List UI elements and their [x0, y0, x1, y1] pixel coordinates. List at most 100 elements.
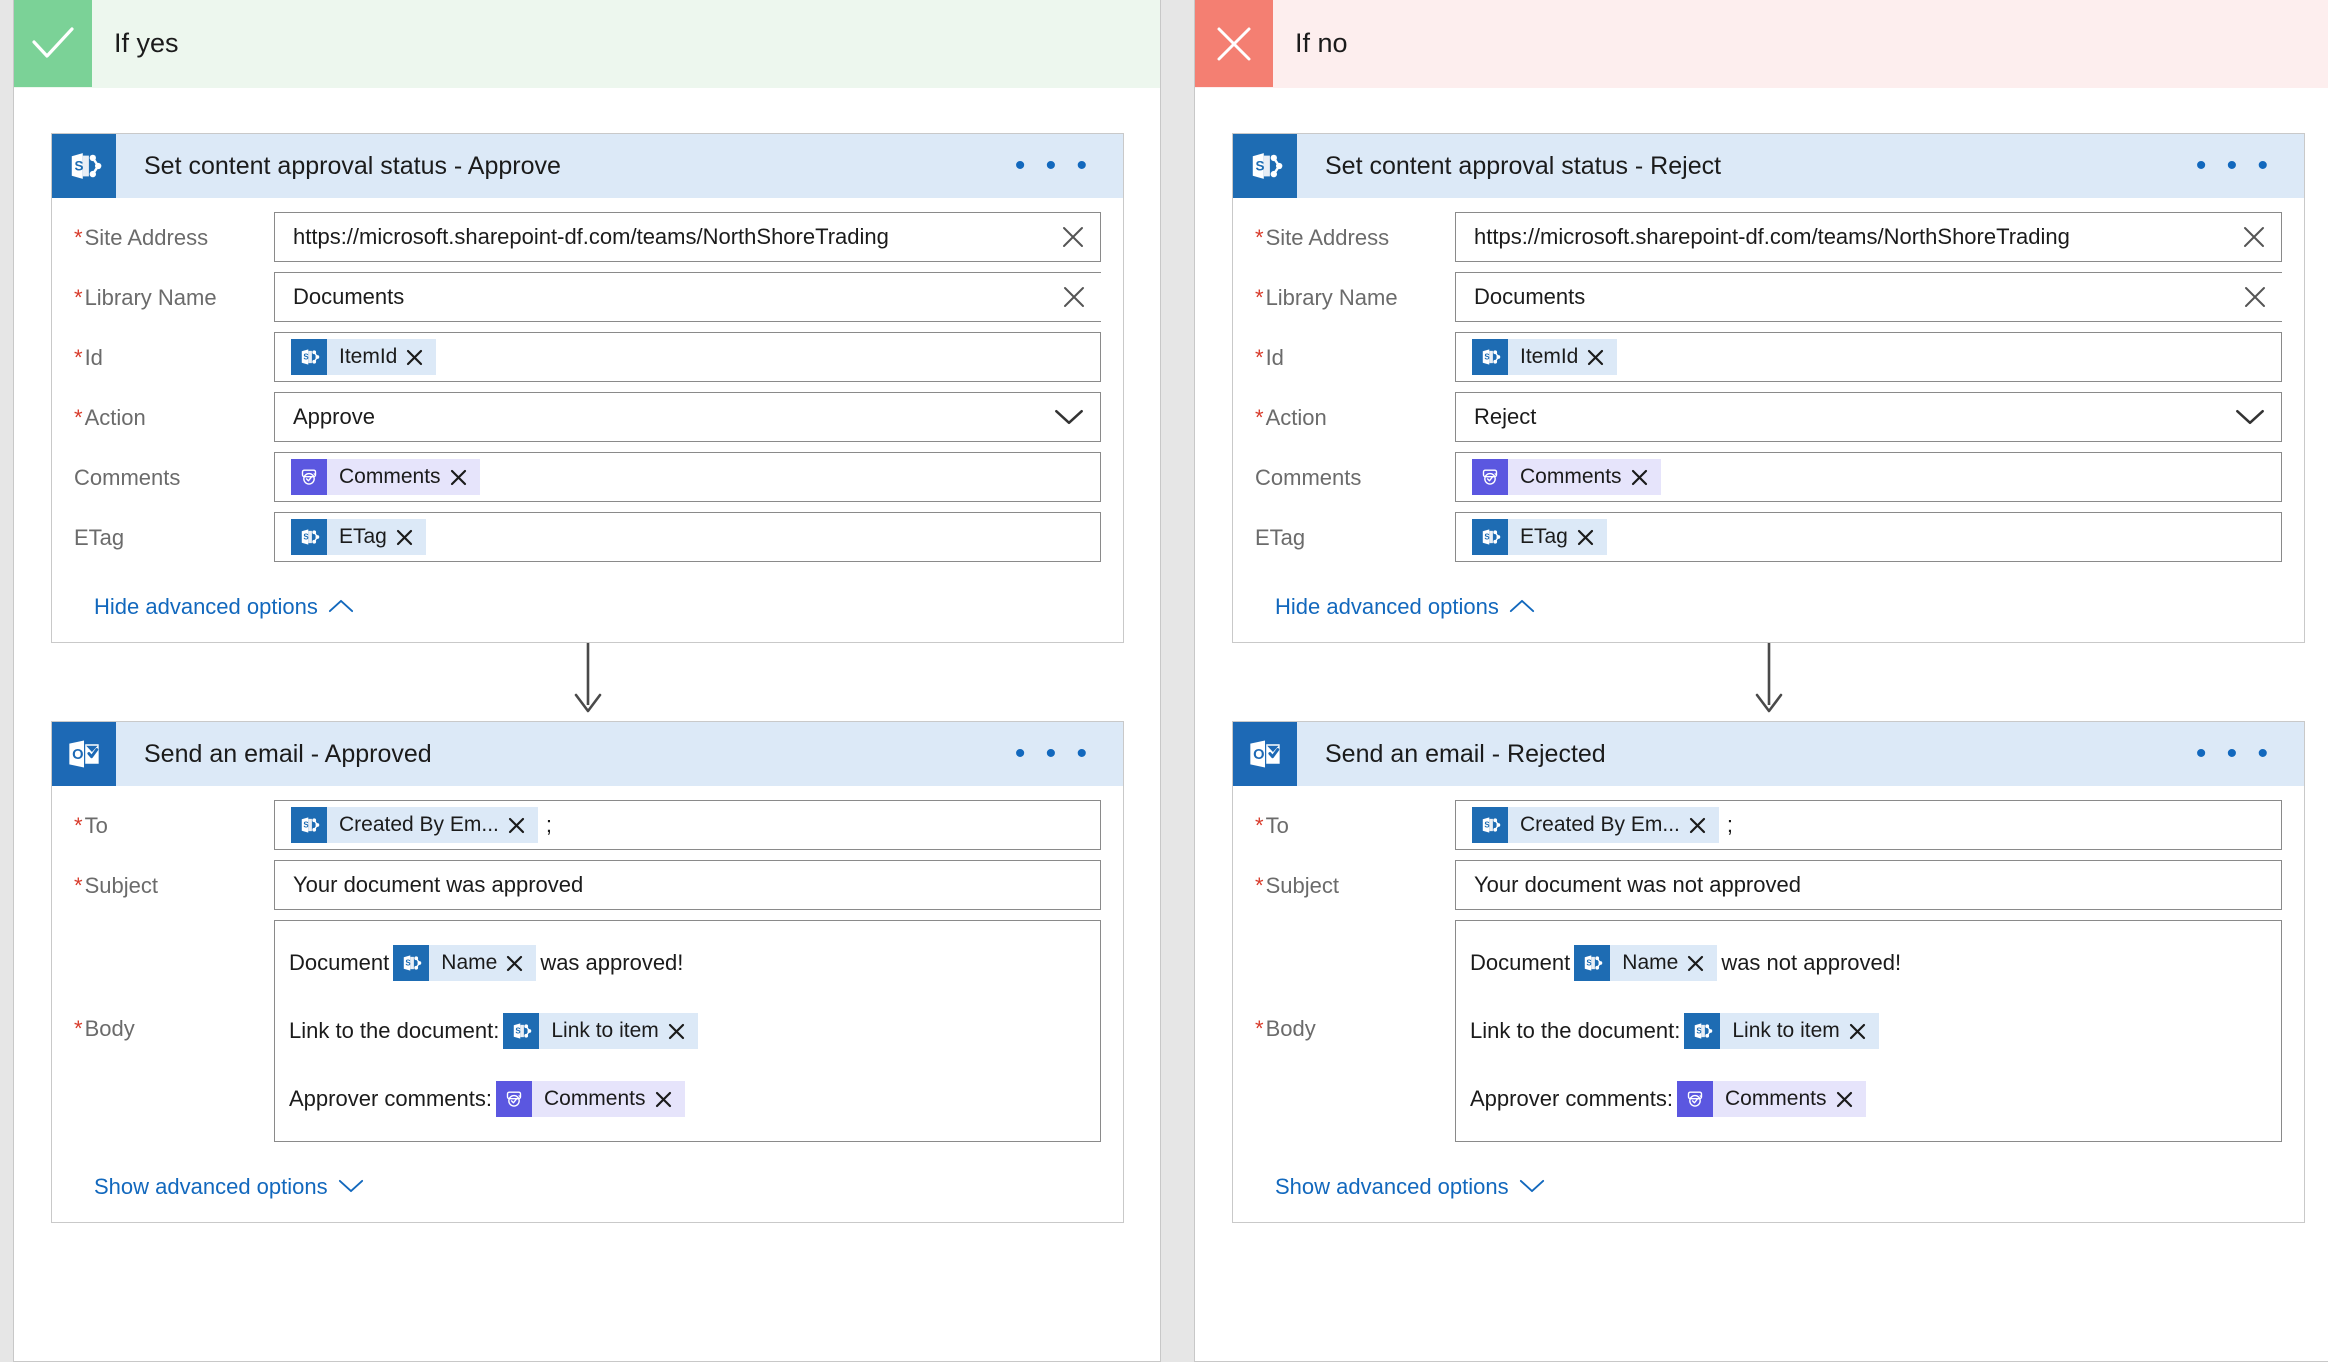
- etag-token-field[interactable]: S ETag: [1455, 512, 2282, 562]
- library-name-input[interactable]: Documents: [274, 272, 1101, 322]
- card-overflow-menu-button[interactable]: • • •: [2186, 134, 2304, 198]
- form-row: ETag S ETag: [1255, 512, 2282, 562]
- remove-token-icon[interactable]: [1688, 816, 1707, 835]
- body-line[interactable]: Link to the document: S Link to item: [1456, 997, 2281, 1065]
- to-field[interactable]: S Created By Em... ;: [274, 800, 1101, 850]
- remove-token-icon[interactable]: [1686, 954, 1705, 973]
- comments-token-field[interactable]: Comments: [1455, 452, 2282, 502]
- id-token-field[interactable]: S ItemId: [274, 332, 1101, 382]
- dynamic-content-token[interactable]: S Name: [1574, 945, 1718, 981]
- dynamic-content-token[interactable]: Comments: [495, 1081, 685, 1117]
- chevron-up-icon[interactable]: [328, 598, 354, 614]
- remove-token-button[interactable]: [1688, 816, 1719, 835]
- remove-token-button[interactable]: [1630, 468, 1661, 487]
- card-overflow-menu-button[interactable]: • • •: [1005, 134, 1123, 198]
- chevron-down-icon[interactable]: [2235, 408, 2265, 426]
- remove-token-button[interactable]: [405, 348, 436, 367]
- action-dropdown[interactable]: Reject: [1455, 392, 2282, 442]
- card-overflow-menu-button[interactable]: • • •: [1005, 722, 1123, 786]
- show-advanced-options-link[interactable]: Show advanced options: [74, 1152, 370, 1222]
- remove-token-icon[interactable]: [654, 1090, 673, 1109]
- branch-if-yes: If yes S Set content approval status - A…: [13, 0, 1161, 1362]
- site-address-input[interactable]: https://microsoft.sharepoint-df.com/team…: [274, 212, 1101, 262]
- remove-token-button[interactable]: [1686, 954, 1717, 973]
- branch-title: If no: [1295, 28, 1348, 58]
- close-icon[interactable]: [2242, 284, 2268, 310]
- remove-token-icon[interactable]: [507, 816, 526, 835]
- close-icon[interactable]: [1060, 224, 1086, 250]
- dynamic-content-token[interactable]: S Link to item: [503, 1013, 698, 1049]
- to-field[interactable]: S Created By Em... ;: [1455, 800, 2282, 850]
- dynamic-content-token[interactable]: S Created By Em...: [291, 807, 538, 843]
- card-header[interactable]: O Send an email - Approved • • •: [52, 722, 1123, 786]
- remove-token-icon[interactable]: [1586, 348, 1605, 367]
- card-header[interactable]: S Set content approval status - Approve …: [52, 134, 1123, 198]
- card-header[interactable]: O Send an email - Rejected • • •: [1233, 722, 2304, 786]
- remove-token-icon[interactable]: [1835, 1090, 1854, 1109]
- remove-token-button[interactable]: [654, 1090, 685, 1109]
- show-advanced-options-link[interactable]: Show advanced options: [1255, 1152, 1551, 1222]
- chevron-down-icon[interactable]: [2235, 408, 2265, 426]
- card-overflow-menu-button[interactable]: • • •: [2186, 722, 2304, 786]
- clear-field-button[interactable]: [2242, 284, 2268, 310]
- remove-token-button[interactable]: [505, 954, 536, 973]
- dynamic-content-token[interactable]: Comments: [1472, 459, 1661, 495]
- clear-field-button[interactable]: [2241, 224, 2267, 250]
- remove-token-button[interactable]: [1586, 348, 1617, 367]
- chevron-down-icon[interactable]: [338, 1178, 364, 1194]
- dynamic-content-token[interactable]: S ETag: [291, 519, 426, 555]
- dynamic-content-token[interactable]: S Link to item: [1684, 1013, 1879, 1049]
- card-header[interactable]: S Set content approval status - Reject •…: [1233, 134, 2304, 198]
- id-token-field[interactable]: S ItemId: [1455, 332, 2282, 382]
- chevron-down-icon[interactable]: [1519, 1178, 1545, 1194]
- form-row: ETag S ETag: [74, 512, 1101, 562]
- chevron-down-icon[interactable]: [1054, 408, 1084, 426]
- hide-advanced-options-link[interactable]: Hide advanced options: [74, 572, 360, 642]
- remove-token-icon[interactable]: [505, 954, 524, 973]
- remove-token-button[interactable]: [1848, 1022, 1879, 1041]
- remove-token-icon[interactable]: [1576, 528, 1595, 547]
- subject-input[interactable]: Your document was approved: [274, 860, 1101, 910]
- body-line[interactable]: Approver comments: Comments: [1456, 1065, 2281, 1133]
- field-label-text: Action: [1265, 405, 1327, 430]
- comments-token-field[interactable]: Comments: [274, 452, 1101, 502]
- clear-field-button[interactable]: [1060, 224, 1086, 250]
- chevron-down-icon[interactable]: [1054, 408, 1084, 426]
- body-line[interactable]: Document S Name was approved!: [275, 929, 1100, 997]
- remove-token-button[interactable]: [395, 528, 426, 547]
- chevron-up-icon[interactable]: [1509, 598, 1535, 614]
- remove-token-icon[interactable]: [667, 1022, 686, 1041]
- dynamic-content-token[interactable]: S Created By Em...: [1472, 807, 1719, 843]
- remove-token-button[interactable]: [507, 816, 538, 835]
- body-line[interactable]: Approver comments: Comments: [275, 1065, 1100, 1133]
- action-dropdown[interactable]: Approve: [274, 392, 1101, 442]
- branch-if-no: If no S Set content approval status - Re…: [1194, 0, 2328, 1362]
- remove-token-button[interactable]: [1835, 1090, 1866, 1109]
- body-editor[interactable]: Document S Name was approved! Link to th…: [274, 920, 1101, 1142]
- remove-token-button[interactable]: [667, 1022, 698, 1041]
- site-address-input[interactable]: https://microsoft.sharepoint-df.com/team…: [1455, 212, 2282, 262]
- library-name-input[interactable]: Documents: [1455, 272, 2282, 322]
- dynamic-content-token[interactable]: Comments: [291, 459, 480, 495]
- remove-token-icon[interactable]: [405, 348, 424, 367]
- clear-field-button[interactable]: [1061, 284, 1087, 310]
- dynamic-content-token[interactable]: S ItemId: [1472, 339, 1618, 375]
- dynamic-content-token[interactable]: S ETag: [1472, 519, 1607, 555]
- dynamic-content-token[interactable]: Comments: [1676, 1081, 1866, 1117]
- dynamic-content-token[interactable]: S Name: [393, 945, 537, 981]
- close-icon[interactable]: [1061, 284, 1087, 310]
- etag-token-field[interactable]: S ETag: [274, 512, 1101, 562]
- remove-token-icon[interactable]: [449, 468, 468, 487]
- hide-advanced-options-link[interactable]: Hide advanced options: [1255, 572, 1541, 642]
- remove-token-icon[interactable]: [395, 528, 414, 547]
- body-editor[interactable]: Document S Name was not approved! Link t…: [1455, 920, 2282, 1142]
- subject-input[interactable]: Your document was not approved: [1455, 860, 2282, 910]
- dynamic-content-token[interactable]: S ItemId: [291, 339, 437, 375]
- remove-token-icon[interactable]: [1630, 468, 1649, 487]
- body-line[interactable]: Document S Name was not approved!: [1456, 929, 2281, 997]
- remove-token-icon[interactable]: [1848, 1022, 1867, 1041]
- body-line[interactable]: Link to the document: S Link to item: [275, 997, 1100, 1065]
- remove-token-button[interactable]: [449, 468, 480, 487]
- remove-token-button[interactable]: [1576, 528, 1607, 547]
- close-icon[interactable]: [2241, 224, 2267, 250]
